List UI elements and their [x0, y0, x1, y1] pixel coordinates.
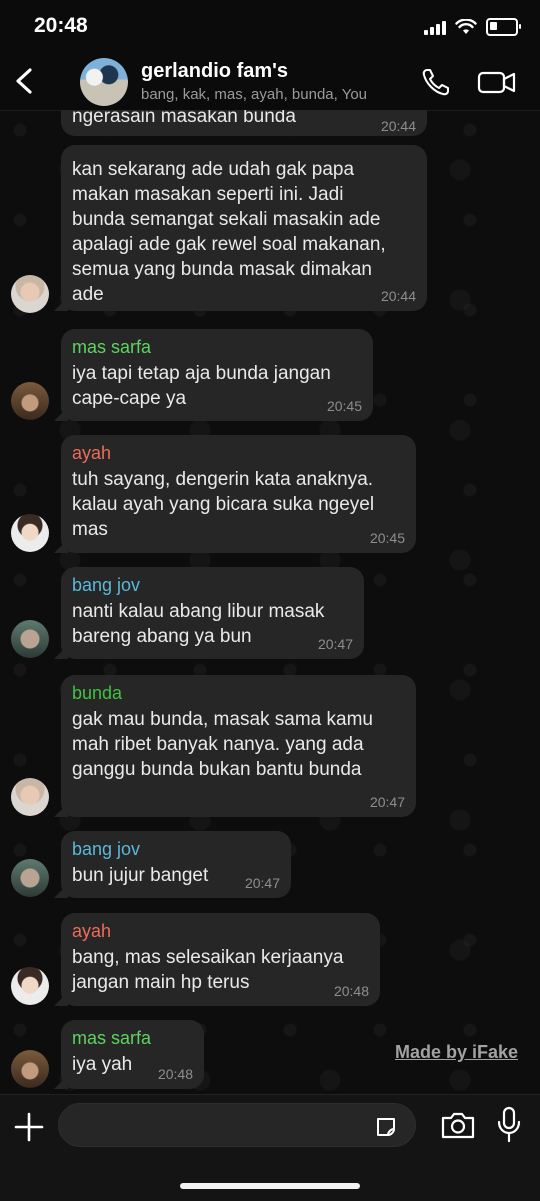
message-time: 20:47: [317, 636, 353, 652]
home-indicator: [180, 1183, 360, 1189]
group-members[interactable]: bang, kak, mas, ayah, bunda, You: [141, 86, 404, 103]
message-time: 20:48: [333, 983, 369, 999]
sender-avatar[interactable]: [11, 778, 49, 816]
message-bubble[interactable]: bang jov bun jujur banget 20:47: [61, 831, 291, 898]
sticker-icon[interactable]: [374, 1115, 398, 1139]
message-text: ngerasain masakan bunda: [72, 110, 296, 127]
microphone-icon[interactable]: [496, 1105, 522, 1145]
sender-avatar[interactable]: [11, 275, 49, 313]
battery-icon: [486, 18, 521, 36]
group-avatar[interactable]: [80, 58, 128, 106]
sender-avatar[interactable]: [11, 620, 49, 658]
message-text: nanti kalau abang libur masak bareng aba…: [72, 601, 325, 647]
sender-avatar[interactable]: [11, 859, 49, 897]
message-list[interactable]: ngerasain masakan bunda 20:44 kan sekara…: [0, 110, 540, 1094]
message-bubble[interactable]: ngerasain masakan bunda 20:44: [61, 110, 427, 136]
message-bubble[interactable]: mas sarfa iya yah 20:48: [61, 1020, 204, 1089]
camera-icon[interactable]: [440, 1109, 476, 1141]
message-text: tuh sayang, dengerin kata anaknya. kalau…: [72, 469, 375, 540]
message-time: 20:45: [326, 398, 362, 414]
message-bubble[interactable]: bang jov nanti kalau abang libur masak b…: [61, 567, 364, 659]
sender-avatar[interactable]: [11, 382, 49, 420]
message-bubble[interactable]: kan sekarang ade udah gak papa makan mas…: [61, 145, 427, 311]
sender-name: bunda: [72, 683, 123, 703]
message-input[interactable]: [58, 1103, 416, 1147]
message-text: gak mau bunda, masak sama kamu mah ribet…: [72, 709, 373, 780]
phone-call-icon[interactable]: [420, 66, 452, 98]
message-time: 20:47: [244, 875, 280, 891]
video-call-icon[interactable]: [477, 66, 517, 98]
sender-avatar[interactable]: [11, 967, 49, 1005]
status-bar: 20:48: [0, 0, 540, 54]
message-time: 20:47: [369, 794, 405, 810]
message-time: 20:48: [157, 1066, 193, 1082]
sender-name: bang jov: [72, 575, 141, 595]
status-icons: [424, 18, 521, 36]
message-bubble[interactable]: mas sarfa iya tapi tetap aja bunda janga…: [61, 329, 373, 421]
sender-name: bang jov: [72, 839, 141, 859]
group-name[interactable]: gerlandio fam's: [141, 60, 288, 83]
sender-name: ayah: [72, 443, 112, 463]
sender-avatar[interactable]: [11, 514, 49, 552]
watermark-text: Made by iFake: [394, 1042, 518, 1062]
wifi-icon: [455, 19, 477, 34]
message-time: 20:45: [369, 530, 405, 546]
sender-name: mas sarfa: [72, 337, 152, 357]
message-time: 20:44: [380, 288, 416, 304]
sender-name: mas sarfa: [72, 1028, 152, 1048]
sender-name: ayah: [72, 921, 112, 941]
cellular-signal-icon: [424, 19, 446, 35]
message-time: 20:44: [380, 118, 416, 134]
chat-header: gerlandio fam's bang, kak, mas, ayah, bu…: [0, 54, 540, 111]
battery-level: [490, 22, 497, 30]
plus-icon[interactable]: [12, 1110, 46, 1144]
status-time: 20:48: [34, 14, 88, 37]
message-bubble[interactable]: bunda gak mau bunda, masak sama kamu mah…: [61, 675, 416, 817]
message-text: iya tapi tetap aja bunda jangan cape-cap…: [72, 363, 331, 409]
message-text: kan sekarang ade udah gak papa makan mas…: [72, 159, 386, 305]
message-bubble[interactable]: ayah tuh sayang, dengerin kata anaknya. …: [61, 435, 416, 553]
back-arrow-icon[interactable]: [10, 62, 40, 100]
sender-avatar[interactable]: [11, 1050, 49, 1088]
message-text: bang, mas selesaikan kerjaanya jangan ma…: [72, 947, 344, 993]
message-bubble[interactable]: ayah bang, mas selesaikan kerjaanya jang…: [61, 913, 380, 1006]
